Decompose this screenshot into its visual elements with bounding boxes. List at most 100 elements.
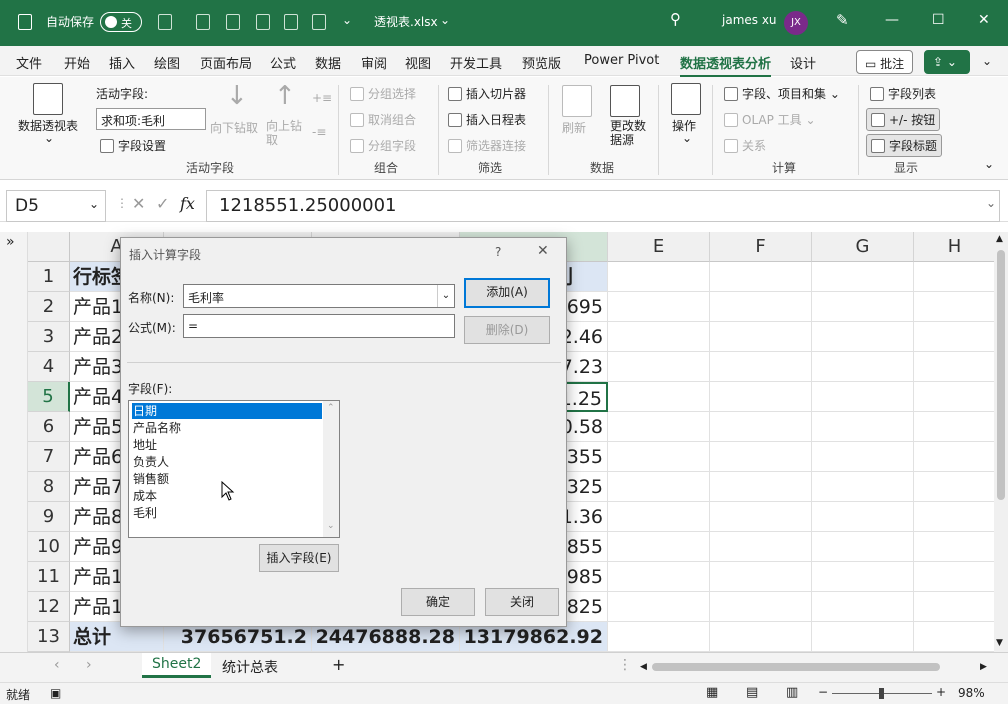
tab-draw[interactable]: 绘图	[154, 53, 180, 72]
sheet-tab-summary[interactable]: 统计总表	[222, 657, 278, 677]
tab-review[interactable]: 审阅	[361, 53, 387, 72]
column-header-g[interactable]: G	[812, 232, 914, 262]
change-source-button[interactable]: 更改数据源	[610, 119, 646, 147]
chevron-down-icon[interactable]: ⌄	[437, 285, 454, 307]
expand-panel-icon[interactable]: »	[6, 234, 15, 250]
row-header[interactable]: 11	[28, 562, 70, 592]
customize-toolbar-icon[interactable]: ⌄	[342, 13, 352, 27]
table-icon[interactable]	[256, 14, 270, 30]
user-name[interactable]: james xu	[722, 13, 777, 27]
normal-view-icon[interactable]: ▦	[706, 685, 718, 700]
formula-input[interactable]: =	[183, 314, 455, 338]
tab-insert[interactable]: 插入	[109, 53, 135, 72]
tab-file[interactable]: 文件	[16, 53, 42, 72]
camera-icon[interactable]	[284, 14, 298, 30]
tab-pivottable-analyze[interactable]: 数据透视表分析	[680, 53, 772, 78]
tab-power-pivot[interactable]: Power Pivot	[584, 53, 659, 68]
group-selection-button[interactable]: 分组选择	[350, 85, 416, 102]
column-header-e[interactable]: E	[608, 232, 710, 262]
olap-tools-button[interactable]: OLAP 工具 ⌄	[724, 111, 816, 128]
name-box[interactable]: D5 ⌄	[6, 190, 106, 222]
accessibility-icon[interactable]: ▣	[50, 686, 61, 700]
tab-data[interactable]: 数据	[315, 53, 341, 72]
refresh-button[interactable]: 刷新	[562, 119, 586, 136]
list-item[interactable]: 日期	[132, 403, 322, 419]
tab-developer[interactable]: 开发工具	[450, 53, 502, 72]
row-header[interactable]: 7	[28, 442, 70, 472]
sheet-tab-sheet2[interactable]: Sheet2	[142, 653, 212, 678]
prev-sheet-icon[interactable]: ‹	[54, 657, 60, 673]
listbox-scrollbar[interactable]: ⌃ ⌄	[323, 401, 339, 537]
field-headers-toggle[interactable]: 字段标题	[866, 134, 943, 157]
cancel-icon[interactable]: ✕	[132, 194, 145, 213]
ungroup-button[interactable]: 取消组合	[350, 111, 416, 128]
name-input[interactable]: 毛利率 ⌄	[183, 284, 455, 308]
tab-page-layout[interactable]: 页面布局	[200, 53, 252, 72]
expand-field-icon[interactable]: +≡	[312, 91, 332, 105]
file-name[interactable]: 透视表.xlsx	[374, 13, 438, 30]
column-header-h[interactable]: H	[914, 232, 996, 262]
field-settings-button[interactable]: 字段设置	[100, 137, 166, 154]
row-header[interactable]: 5	[28, 382, 70, 412]
fields-items-sets-button[interactable]: 字段、项目和集 ⌄	[724, 85, 840, 102]
insert-slicer-button[interactable]: 插入切片器	[448, 85, 526, 102]
print-icon[interactable]	[226, 14, 240, 30]
add-sheet-icon[interactable]: +	[332, 655, 345, 674]
horizontal-scrollbar-thumb[interactable]	[652, 663, 940, 671]
group-field-button[interactable]: 分组字段	[350, 137, 416, 154]
page-layout-view-icon[interactable]: ▤	[746, 685, 758, 700]
save-as-icon[interactable]	[312, 14, 326, 30]
autosave-toggle[interactable]: 关	[100, 12, 142, 32]
active-field-input[interactable]: 求和项:毛利	[96, 108, 206, 130]
pen-icon[interactable]: ✎	[836, 11, 849, 29]
maximize-icon[interactable]: ☐	[932, 12, 945, 28]
select-all-corner[interactable]	[28, 232, 70, 262]
field-list-button[interactable]: 字段列表	[870, 85, 936, 102]
drill-down-button[interactable]: 向下钻取	[210, 119, 258, 136]
list-item[interactable]: 毛利	[132, 505, 322, 521]
close-button[interactable]: 关闭	[485, 588, 559, 616]
expand-formula-icon[interactable]: ⌄	[986, 196, 996, 210]
page-break-view-icon[interactable]: ▥	[786, 685, 798, 700]
insert-field-button[interactable]: 插入字段(E)	[259, 544, 339, 572]
close-icon[interactable]: ✕	[978, 12, 990, 28]
fields-listbox[interactable]: 日期 产品名称 地址 负责人 销售额 成本 毛利 ⌃ ⌄	[128, 400, 340, 538]
ok-button[interactable]: 确定	[401, 588, 475, 616]
tab-design[interactable]: 设计	[790, 53, 816, 72]
row-header[interactable]: 13	[28, 622, 70, 652]
minimize-icon[interactable]: —	[885, 12, 899, 28]
row-header[interactable]: 3	[28, 322, 70, 352]
comments-button[interactable]: ▭ 批注	[856, 50, 914, 74]
row-header[interactable]: 4	[28, 352, 70, 382]
scroll-down-icon[interactable]: ⌄	[327, 521, 335, 531]
share-button[interactable]: ⇪ ⌄	[924, 50, 970, 74]
tab-preview[interactable]: 预览版	[522, 53, 561, 72]
tab-formulas[interactable]: 公式	[270, 53, 296, 72]
dialog-close-icon[interactable]: ✕	[537, 243, 549, 259]
scroll-left-icon[interactable]: ◀	[640, 662, 647, 672]
document-icon[interactable]	[196, 14, 210, 30]
zoom-level[interactable]: 98%	[958, 686, 985, 700]
next-sheet-icon[interactable]: ›	[86, 657, 92, 673]
ribbon-options-icon[interactable]: ⌄	[982, 54, 992, 68]
row-header[interactable]: 10	[28, 532, 70, 562]
search-icon[interactable]: ⚲	[670, 10, 681, 28]
scroll-up-icon[interactable]: ▲	[996, 234, 1003, 244]
row-header[interactable]: 9	[28, 502, 70, 532]
chevron-down-icon[interactable]: ⌄	[440, 13, 450, 27]
relationships-button[interactable]: 关系	[724, 137, 766, 154]
list-item[interactable]: 地址	[132, 437, 322, 453]
row-header[interactable]: 1	[28, 262, 70, 292]
scroll-right-icon[interactable]: ▶	[980, 662, 987, 672]
help-button[interactable]: ?	[495, 245, 501, 259]
tab-view[interactable]: 视图	[405, 53, 431, 72]
save-icon[interactable]	[158, 14, 172, 30]
scrollbar-thumb[interactable]	[997, 250, 1005, 500]
insert-timeline-button[interactable]: 插入日程表	[448, 111, 526, 128]
chevron-down-icon[interactable]: ⌄	[682, 131, 692, 145]
chevron-down-icon[interactable]: ⌄	[44, 131, 54, 145]
enter-icon[interactable]: ✓	[156, 194, 169, 213]
tab-home[interactable]: 开始	[64, 53, 90, 72]
row-header[interactable]: 2	[28, 292, 70, 322]
avatar[interactable]: JX	[784, 11, 808, 35]
